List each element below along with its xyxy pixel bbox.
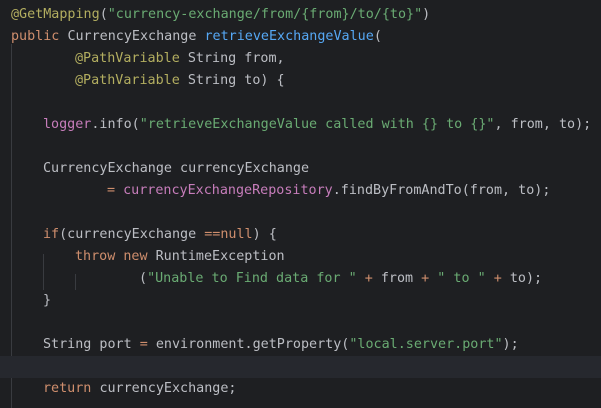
- code-token: @PathVariable: [75, 51, 188, 66]
- code-line[interactable]: @PathVariable String to) {: [75, 70, 285, 92]
- code-token: return: [43, 381, 100, 396]
- code-token: +: [356, 271, 381, 286]
- code-token: @GetMapping: [11, 7, 100, 22]
- code-token: +: [413, 271, 438, 286]
- code-editor[interactable]: @GetMapping("currency-exchange/from/{fro…: [0, 0, 601, 408]
- code-token: "retrieveExchangeValue called with {} to…: [139, 117, 495, 132]
- code-token: (: [373, 29, 382, 44]
- code-token: if: [43, 227, 60, 242]
- code-token: CurrencyExchange: [67, 29, 205, 44]
- code-line[interactable]: String port = environment.getProperty("l…: [43, 334, 519, 356]
- code-token: currencyExchangeRepository: [123, 183, 333, 198]
- code-token: (currencyExchange: [59, 227, 205, 242]
- code-token: environment.getProperty(: [147, 337, 350, 352]
- code-token: logger: [43, 117, 92, 132]
- code-token: public: [11, 29, 68, 44]
- code-line[interactable]: logger.info("retrieveExchangeValue calle…: [43, 114, 591, 136]
- code-line[interactable]: if(currencyExchange ==null) {: [43, 224, 277, 246]
- code-token: ==: [204, 227, 221, 242]
- code-token: (: [139, 271, 148, 286]
- code-line[interactable]: = currencyExchangeRepository.findByFromA…: [107, 180, 550, 202]
- code-line[interactable]: @GetMapping("currency-exchange/from/{fro…: [11, 4, 430, 26]
- code-token: ): [422, 7, 431, 22]
- code-token: "currency-exchange/from/{from}/to/{to}": [107, 7, 423, 22]
- code-line[interactable]: return currencyExchange;: [43, 378, 237, 400]
- code-token: @PathVariable: [75, 73, 188, 88]
- code-token: RuntimeException: [155, 249, 285, 264]
- code-line[interactable]: ("Unable to Find data for " + from + " t…: [139, 268, 542, 290]
- code-line[interactable]: @PathVariable String from,: [75, 48, 285, 70]
- code-token: );: [502, 337, 519, 352]
- code-token: CurrencyExchange currencyExchange: [43, 161, 310, 176]
- code-token: from: [380, 271, 414, 286]
- code-token: ) {: [252, 227, 277, 242]
- indent-guide: [43, 254, 44, 290]
- code-token: String port: [43, 337, 140, 352]
- code-token: null: [220, 227, 253, 242]
- code-token: =: [139, 337, 148, 352]
- code-token: String from,: [187, 51, 285, 66]
- code-line[interactable]: public CurrencyExchange retrieveExchange…: [11, 26, 382, 48]
- code-line[interactable]: throw new RuntimeException: [75, 246, 285, 268]
- code-token: .findByFromAndTo(from, to);: [332, 183, 551, 198]
- code-token: " to ": [437, 271, 486, 286]
- code-token: , from, to);: [494, 117, 592, 132]
- indent-guide: [75, 274, 76, 290]
- code-line[interactable]: }: [43, 290, 51, 312]
- code-token: +: [485, 271, 510, 286]
- code-token: "Unable to Find data for ": [147, 271, 357, 286]
- code-token: to);: [509, 271, 543, 286]
- code-token: (: [99, 7, 108, 22]
- current-line-highlight: [0, 356, 601, 378]
- code-token: }: [43, 293, 52, 308]
- code-token: .info(: [91, 117, 140, 132]
- code-token: throw new: [75, 249, 156, 264]
- indent-guide: [11, 44, 12, 408]
- code-token: retrieveExchangeValue: [204, 29, 374, 44]
- code-token: =: [107, 183, 124, 198]
- code-line[interactable]: CurrencyExchange currencyExchange: [43, 158, 309, 180]
- code-token: String to) {: [187, 73, 285, 88]
- code-token: "local.server.port": [349, 337, 503, 352]
- code-token: currencyExchange;: [99, 381, 237, 396]
